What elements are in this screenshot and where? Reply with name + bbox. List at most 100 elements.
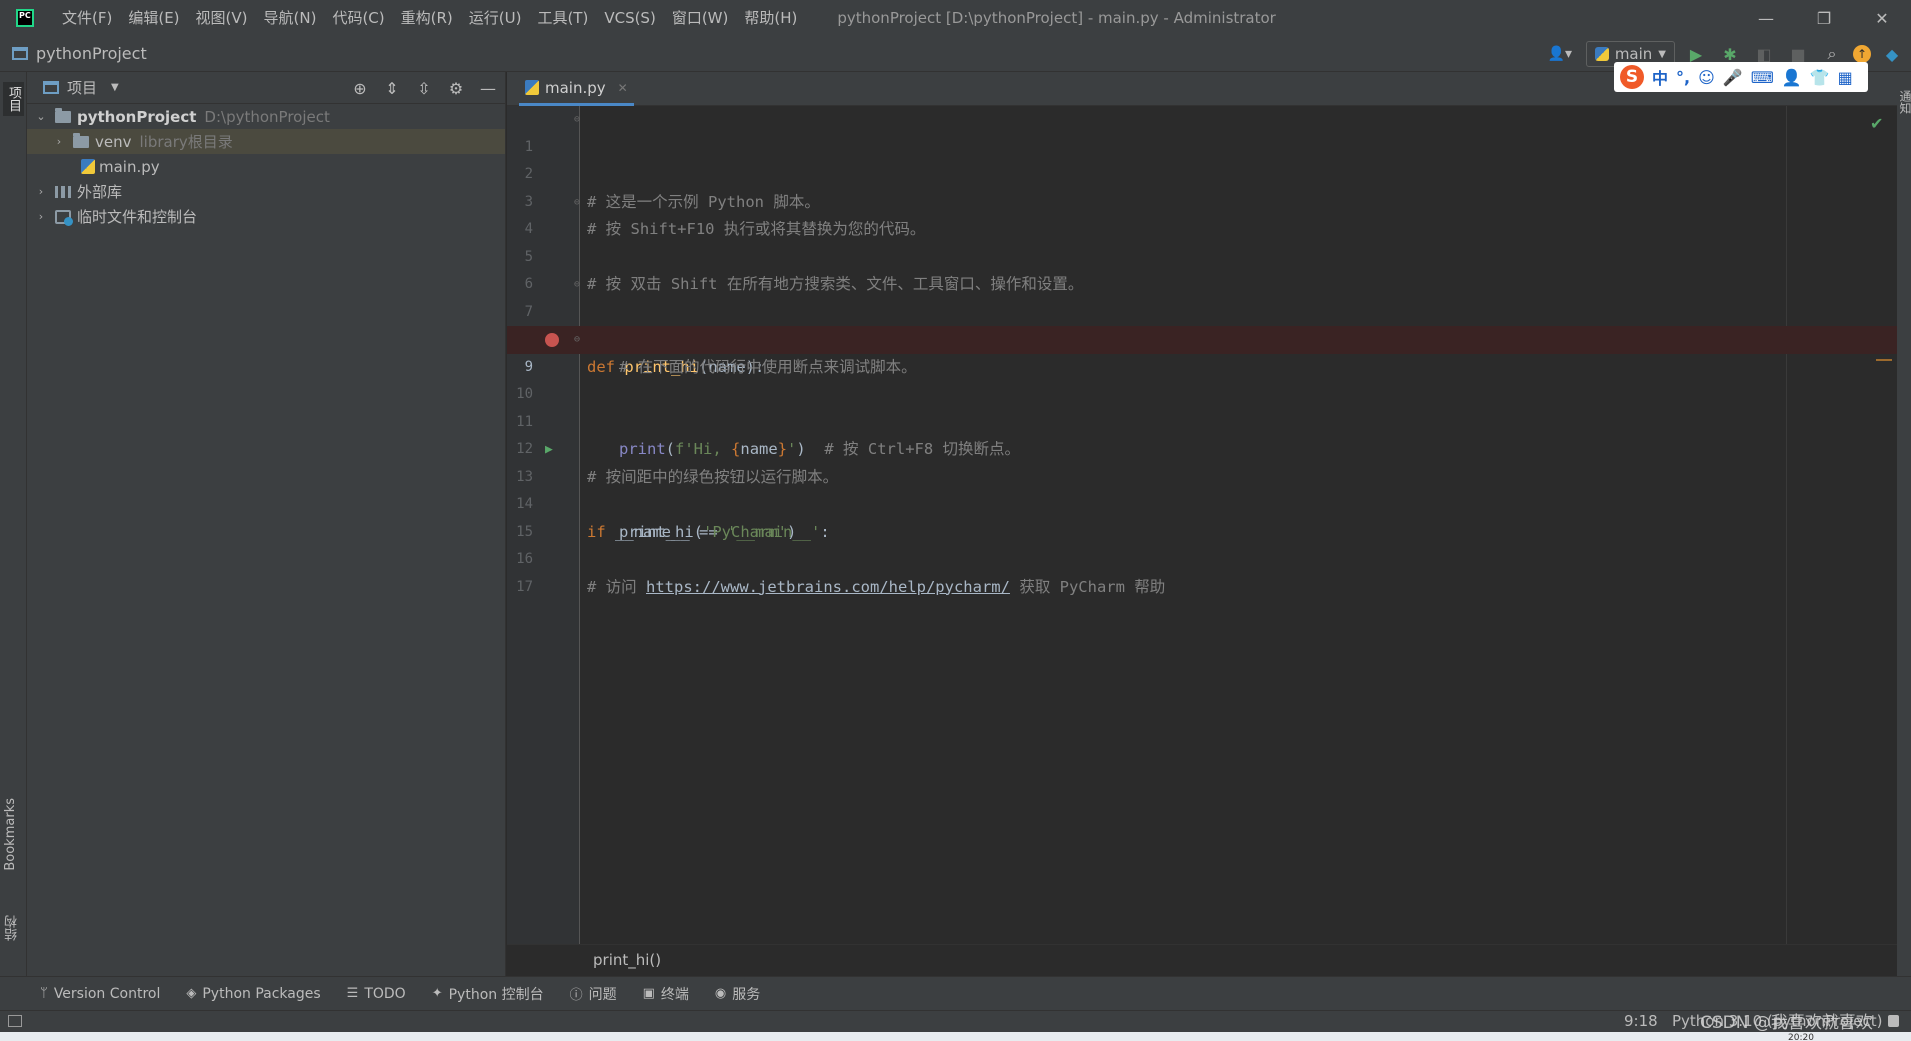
code-line[interactable]: 7 ⊖ def print_hi(name):	[507, 271, 1897, 376]
tree-item-main-py[interactable]: main.py	[27, 154, 505, 179]
code-text: # 访问 https://www.jetbrains.com/help/pych…	[587, 574, 1165, 602]
collapse-all-icon[interactable]: ⇳	[415, 79, 433, 98]
menu-navigate[interactable]: 导航(N)	[256, 0, 325, 36]
menu-vcs[interactable]: VCS(S)	[596, 0, 663, 36]
menu-tools[interactable]: 工具(T)	[529, 0, 596, 36]
ime-logo-icon[interactable]: S	[1620, 65, 1644, 89]
tool-label: 服务	[732, 986, 761, 1003]
ime-keyboard-icon[interactable]: ⌨	[1751, 68, 1774, 87]
notifications-tool-tab[interactable]: 通知	[1897, 90, 1911, 114]
menu-help[interactable]: 帮助(H)	[736, 0, 805, 36]
locate-file-icon[interactable]: ⊕	[351, 79, 369, 98]
restore-icon[interactable]: ❐	[1795, 0, 1853, 36]
taskbar-clock: 20:20	[1788, 1033, 1814, 1041]
minimize-icon[interactable]: —	[1737, 0, 1795, 36]
toggle-tool-windows-icon[interactable]	[8, 1015, 22, 1027]
code-line[interactable]: 4 ⊖ # 按 双击 Shift 在所有地方搜索类、文件、工具窗口、操作和设置。	[507, 189, 1897, 294]
breadcrumb-project[interactable]: pythonProject	[36, 44, 147, 63]
project-tool-tab[interactable]: 项目	[3, 82, 24, 116]
list-icon: ☰	[346, 986, 359, 1001]
ime-emoji-icon[interactable]: ☺	[1698, 68, 1715, 87]
caret-position[interactable]: 9:18	[1624, 1012, 1658, 1030]
branch-icon: ᛘ	[40, 986, 48, 1001]
tab-main-py[interactable]: main.py ✕	[519, 72, 634, 106]
menu-view[interactable]: 视图(V)	[188, 0, 256, 36]
code-line[interactable]: 10	[507, 354, 1897, 402]
code-line[interactable]: 2	[507, 134, 1897, 182]
ime-skin-icon[interactable]: 👕	[1810, 68, 1830, 87]
run-gutter-icon[interactable]: ▶	[545, 436, 553, 464]
hide-panel-icon[interactable]: —	[479, 79, 497, 98]
tool-label: Version Control	[53, 985, 161, 1002]
gear-icon[interactable]: ⚙	[447, 79, 465, 98]
plugin-icon[interactable]: ◆	[1879, 41, 1905, 67]
info-icon: ⓘ	[569, 988, 583, 1003]
tool-terminal[interactable]: ▣ 终端	[643, 984, 689, 1004]
ime-language-toggle[interactable]: 中	[1652, 65, 1668, 89]
menu-refactor[interactable]: 重构(R)	[393, 0, 461, 36]
project-panel-tools: ⊕ ⇕ ⇳ ⚙ —	[351, 72, 497, 104]
close-icon[interactable]: ✕	[618, 81, 628, 95]
tool-problems[interactable]: ⓘ 问题	[570, 984, 617, 1004]
ime-punctuation-icon[interactable]: °,	[1676, 68, 1690, 87]
menu-edit[interactable]: 编辑(E)	[120, 0, 187, 36]
user-menu-icon[interactable]: 👤▾	[1542, 46, 1578, 62]
code-line[interactable]: 1 ⊖ # 这是一个示例 Python 脚本。	[507, 106, 1897, 211]
fold-icon[interactable]: ⊖	[574, 189, 580, 217]
menu-window[interactable]: 窗口(W)	[664, 0, 737, 36]
lock-icon[interactable]	[1888, 1015, 1899, 1027]
inspection-ok-icon[interactable]: ✔	[1870, 114, 1883, 133]
chevron-right-icon[interactable]: ›	[35, 185, 47, 198]
code-line[interactable]: 17	[507, 546, 1897, 595]
bookmarks-tool-tab[interactable]: Bookmarks	[3, 798, 18, 871]
code-line[interactable]: 5	[507, 216, 1897, 265]
fold-icon[interactable]: ⊖	[574, 326, 580, 354]
code-line[interactable]: 15	[507, 491, 1897, 540]
chevron-down-icon[interactable]: ⌄	[35, 110, 47, 123]
chevron-down-icon: ▼	[1658, 48, 1666, 60]
code-line[interactable]: 14 print_hi('PyCharm')	[507, 464, 1897, 541]
chevron-right-icon[interactable]: ›	[35, 210, 47, 223]
tree-item-root[interactable]: ⌄ pythonProject D:\pythonProject	[27, 104, 505, 129]
expand-all-icon[interactable]: ⇕	[383, 79, 401, 98]
tool-python-console[interactable]: ✦ Python 控制台	[432, 984, 544, 1004]
code-editor[interactable]: 1 ⊖ # 这是一个示例 Python 脚本。 2 3 # 按 Shift+F1…	[507, 106, 1897, 944]
ime-user-icon[interactable]: 👤	[1782, 68, 1802, 87]
menu-code[interactable]: 代码(C)	[324, 0, 392, 36]
breakpoint-icon[interactable]	[545, 333, 559, 347]
structure-tool-tab[interactable]: 结构	[3, 915, 22, 941]
code-line[interactable]: 16 # 访问 https://www.jetbrains.com/help/p…	[507, 519, 1897, 596]
tool-todo[interactable]: ☰ TODO	[347, 986, 406, 1002]
python-console-icon: ✦	[431, 986, 443, 1001]
ime-voice-icon[interactable]: 🎤	[1723, 68, 1743, 87]
chevron-down-icon[interactable]: ▼	[111, 82, 119, 93]
ime-toolbox-icon[interactable]: ▦	[1838, 68, 1853, 87]
help-link[interactable]: https://www.jetbrains.com/help/pycharm/	[646, 578, 1010, 596]
tree-root-path: D:\pythonProject	[204, 107, 330, 126]
fold-icon[interactable]: ⊖	[574, 271, 580, 299]
tool-version-control[interactable]: ᛘ Version Control	[40, 986, 160, 1002]
code-line[interactable]: 8 # 在下面的代码行中使用断点来调试脚本。	[507, 299, 1897, 376]
tree-scratches: 临时文件和控制台	[77, 208, 198, 226]
tree-item-venv[interactable]: › venv library根目录	[27, 129, 505, 154]
menu-run[interactable]: 运行(U)	[461, 0, 530, 36]
tool-python-packages[interactable]: ◈ Python Packages	[186, 986, 320, 1002]
code-line[interactable]: 6	[507, 244, 1897, 292]
breadcrumb-function[interactable]: print_hi()	[593, 951, 661, 969]
code-line[interactable]: 3 # 按 Shift+F10 执行或将其替换为您的代码。	[507, 161, 1897, 239]
library-icon	[55, 185, 71, 198]
code-line[interactable]: 11	[507, 381, 1897, 430]
code-line[interactable]: 13 ▶ if __name__ == '__main__':	[507, 436, 1897, 541]
menu-file[interactable]: 文件(F)	[54, 0, 120, 36]
tree-item-scratches[interactable]: › 临时文件和控制台	[27, 204, 505, 229]
code-line[interactable]: 12 # 按间距中的绿色按钮以运行脚本。	[507, 409, 1897, 486]
fold-icon[interactable]: ⊖	[574, 106, 580, 134]
breakpoint-line[interactable]: 9 ⊖ print(f'Hi, {name}') # 按 Ctrl+F8 切换断…	[507, 326, 1897, 458]
update-icon[interactable]: ↑	[1853, 45, 1871, 63]
tool-services[interactable]: ◉ 服务	[715, 984, 760, 1004]
close-icon[interactable]: ✕	[1853, 0, 1911, 36]
tree-item-external-libs[interactable]: › 外部库	[27, 179, 505, 204]
project-panel-title[interactable]: 项目	[67, 77, 97, 98]
chevron-right-icon[interactable]: ›	[53, 135, 65, 148]
error-stripe-mark[interactable]	[1876, 359, 1892, 361]
